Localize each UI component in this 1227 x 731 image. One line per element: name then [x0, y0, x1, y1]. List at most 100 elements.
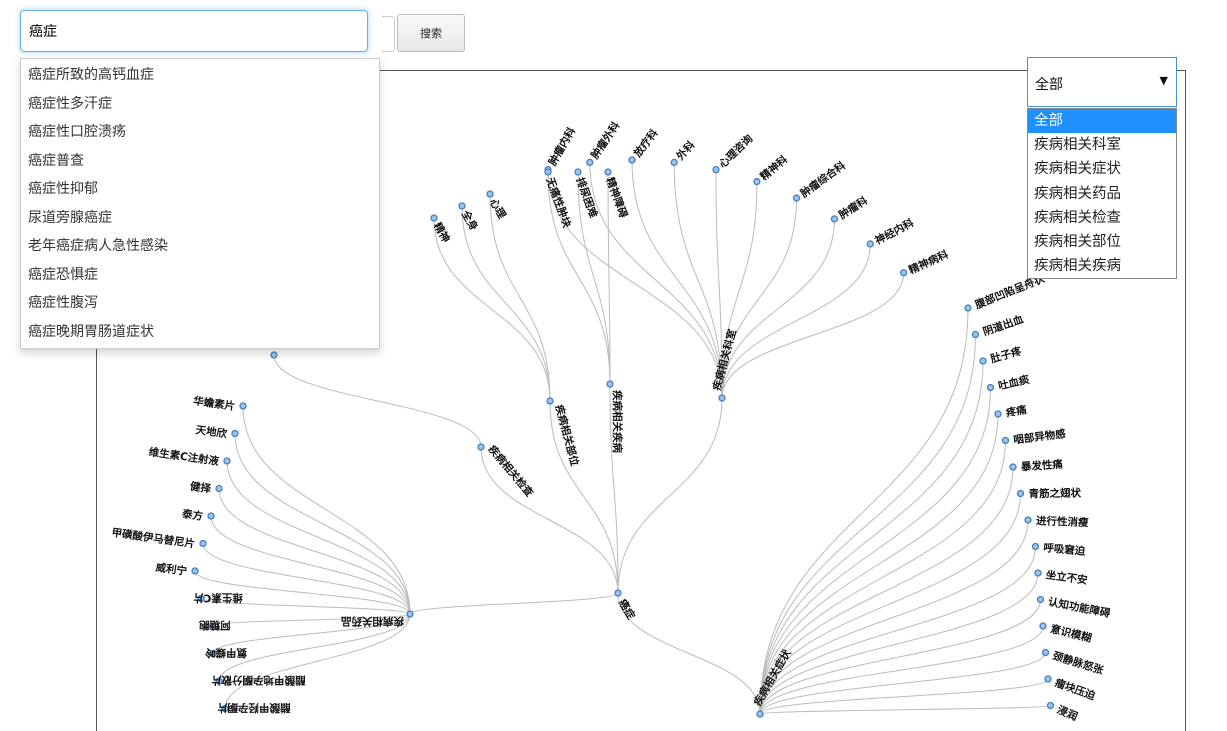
leaf-label: 精神 [431, 220, 453, 245]
leaf-node[interactable] [866, 240, 874, 248]
leaf-label: 维生素C注射液 [148, 445, 220, 468]
graph-link [617, 592, 761, 715]
leaf-node[interactable] [1031, 542, 1040, 551]
suggestion-item[interactable]: 癌症所致的高钙血症 [21, 61, 379, 90]
leaf-node[interactable] [712, 165, 720, 174]
graph-link [759, 413, 999, 715]
leaf-label: 甲磺酸伊马替尼片 [111, 526, 196, 551]
suggestion-item[interactable]: 癌症晚期胃肠道症状 [21, 318, 379, 347]
suggestion-item[interactable]: 癌症性口腔溃疡 [21, 118, 379, 147]
leaf-node[interactable] [574, 168, 582, 176]
leaf-label: 泰方 [180, 507, 204, 523]
leaf-node[interactable] [223, 457, 231, 465]
graph-link [226, 460, 411, 615]
leaf-label: 吐血痰 [997, 373, 1031, 393]
root-node[interactable] [614, 589, 622, 597]
graph-link [721, 272, 905, 399]
leaf-node[interactable] [270, 351, 278, 359]
leaf-label: 肿瘤外科 [588, 119, 623, 162]
leaf-node[interactable] [1024, 516, 1032, 524]
leaf-label: 疼痛 [1005, 403, 1028, 420]
leaf-node[interactable] [986, 383, 995, 392]
leaf-label: 神经内科 [873, 216, 917, 247]
graph-link [433, 217, 551, 402]
suggestion-item[interactable]: 癌症恐惧症 [21, 261, 379, 290]
filter-option[interactable]: 疾病相关药品 [1028, 182, 1176, 206]
leaf-node[interactable] [430, 214, 438, 222]
leaf-node[interactable] [486, 190, 494, 198]
leaf-node[interactable] [1036, 595, 1045, 604]
leaf-node[interactable] [199, 539, 207, 548]
graph-link [759, 519, 1029, 715]
leaf-node[interactable] [544, 168, 552, 176]
graph-link [759, 387, 991, 715]
leaf-label: 无痛性肿块 [543, 175, 574, 230]
category-node[interactable] [406, 610, 414, 618]
suggestion-item[interactable]: 尿道旁腺癌症 [21, 204, 379, 233]
leaf-node[interactable] [586, 158, 594, 167]
leaf-node[interactable] [1041, 648, 1050, 657]
filter-option[interactable]: 全部 [1028, 109, 1176, 134]
category-label: 疾病相关疾病 [611, 390, 624, 453]
category-node[interactable] [606, 380, 614, 388]
leaf-node[interactable] [964, 304, 972, 312]
leaf-node[interactable] [1044, 675, 1052, 683]
filter-option[interactable]: 疾病相关症状 [1028, 157, 1176, 181]
filter-options-list: 全部 疾病相关科室 疾病相关症状 疾病相关药品 疾病相关检查 疾病相关部位 疾病相关疾病 [1027, 108, 1177, 280]
leaf-node[interactable] [207, 512, 215, 520]
leaf-node[interactable] [1009, 463, 1017, 471]
leaf-label: 醋酸甲地孕酮分散片 [211, 674, 306, 687]
graph-link [631, 159, 723, 399]
suggestion-item[interactable]: 老年癌症病人急性感染 [21, 232, 379, 261]
chevron-down-icon: ▼ [1159, 74, 1168, 87]
select-value: 全部 [1035, 77, 1063, 93]
category-node[interactable] [718, 394, 726, 402]
leaf-node[interactable] [231, 429, 239, 438]
leaf-label: 肚子疼 [988, 344, 1023, 366]
leaf-node[interactable] [792, 194, 801, 202]
leaf-node[interactable] [215, 484, 223, 493]
leaf-node[interactable] [994, 410, 1002, 418]
suggestion-item[interactable]: 癌症性抑郁 [21, 175, 379, 204]
leaf-node[interactable] [753, 177, 761, 186]
filter-option[interactable]: 疾病相关疾病 [1028, 254, 1176, 278]
leaf-node[interactable] [979, 357, 987, 365]
leaf-node[interactable] [628, 156, 636, 164]
leaf-node[interactable] [670, 158, 678, 167]
suggestion-item[interactable]: 癌症性腹泻 [21, 289, 379, 318]
leaf-node[interactable] [239, 402, 247, 410]
filter-option[interactable]: 疾病相关科室 [1028, 133, 1176, 157]
leaf-label: 青筋之翅状 [1028, 486, 1081, 500]
leaf-node[interactable] [1016, 489, 1025, 498]
leaf-node[interactable] [830, 215, 839, 223]
filter-option[interactable]: 疾病相关检查 [1028, 206, 1176, 230]
graph-link [547, 169, 723, 399]
leaf-node[interactable] [1039, 622, 1047, 630]
suggestion-item[interactable]: 癌症性多汗症 [21, 90, 379, 119]
category-node[interactable] [756, 710, 764, 718]
root-label: 癌症 [616, 597, 638, 622]
graph-link [759, 625, 1044, 715]
filter-option[interactable]: 疾病相关部位 [1028, 230, 1176, 254]
suggestion-item[interactable]: 癌症普查 [21, 147, 379, 176]
leaf-node[interactable] [1034, 569, 1042, 577]
autocomplete-dropdown: 癌症所致的高钙血症 癌症性多汗症 癌症性口腔溃疡 癌症普查 癌症性抑郁 尿道旁腺癌症 老年癌… [20, 58, 380, 349]
category-label: 疾病相关检查 [486, 443, 537, 500]
leaf-node[interactable] [971, 330, 980, 339]
leaf-label: 威利宁 [155, 561, 188, 578]
leaf-label: 健择 [189, 480, 212, 496]
leaf-node[interactable] [1001, 436, 1010, 445]
leaf-label: 进行性消瘦 [1036, 514, 1089, 529]
leaf-node[interactable] [900, 269, 908, 277]
category-filter-select[interactable]: 全部 ▼ [1027, 57, 1177, 107]
graph-link [218, 488, 411, 615]
leaf-node[interactable] [604, 168, 612, 176]
leaf-label: 意识模糊 [1049, 622, 1093, 645]
leaf-node[interactable] [1046, 701, 1055, 710]
leaf-node[interactable] [191, 567, 199, 575]
graph-link [759, 360, 984, 715]
leaf-label: 维生素C片 [193, 592, 243, 605]
category-node[interactable] [477, 443, 485, 451]
leaf-node[interactable] [458, 202, 466, 210]
category-node[interactable] [546, 397, 554, 405]
